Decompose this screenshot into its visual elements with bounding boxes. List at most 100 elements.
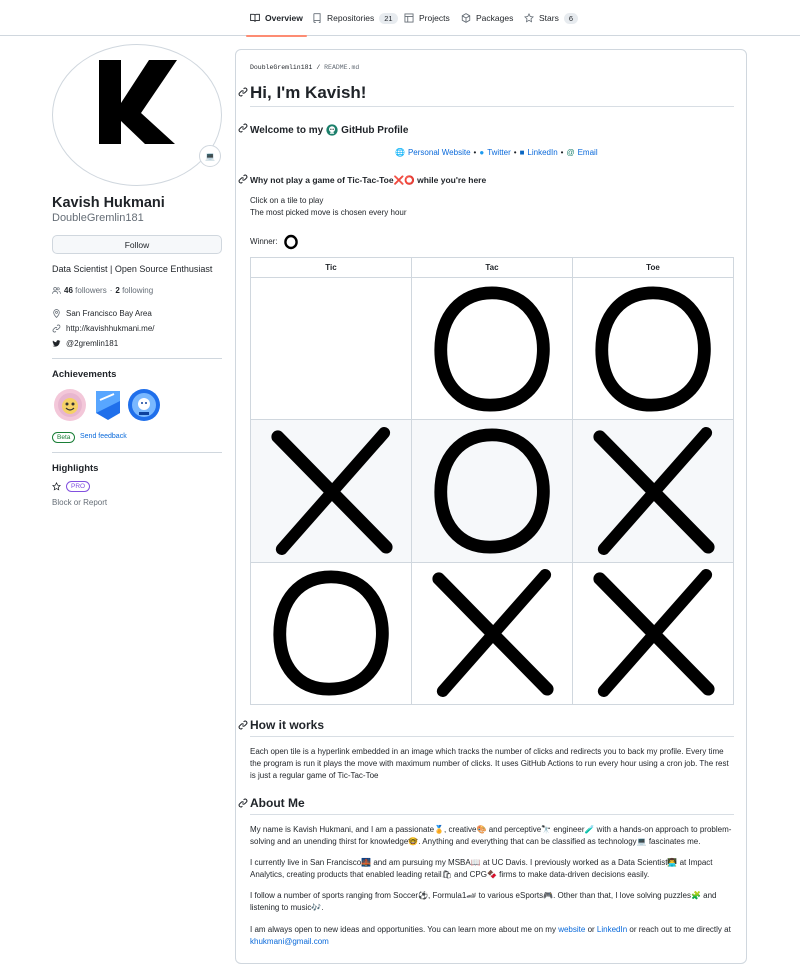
location-text: San Francisco Bay Area — [66, 309, 152, 318]
board-cell — [411, 276, 573, 421]
pro-badge: PRO — [66, 481, 91, 492]
send-feedback-link[interactable]: Send feedback — [80, 433, 127, 440]
heading-rule — [250, 736, 734, 737]
package-icon — [461, 13, 471, 23]
heading-rule — [250, 814, 734, 815]
star-icon — [524, 13, 534, 23]
tab-label: Projects — [419, 13, 450, 23]
location-icon — [53, 309, 60, 318]
website-link[interactable]: http://kavishhukmani.me/ — [66, 324, 154, 333]
following-count: 2 — [115, 286, 120, 295]
beta-badge: Beta — [52, 432, 76, 443]
people-icon — [52, 287, 61, 294]
about-email-line: khukmani@gmail.com — [250, 936, 329, 948]
highlights-heading: Highlights — [52, 463, 99, 474]
o-mark-icon — [434, 286, 550, 412]
twitter-handle[interactable]: @2gremlin181 — [66, 339, 118, 348]
board-cell[interactable] — [250, 276, 412, 421]
repo-icon — [313, 13, 321, 23]
linkedin-icon: ■ — [519, 148, 525, 157]
tab-label: Overview — [265, 13, 303, 23]
tab-repositories[interactable]: Repositories 21 — [312, 0, 398, 36]
how-line: the program is run it plays the move wit… — [250, 759, 729, 768]
about-text: or reach out to me directly at — [629, 925, 731, 934]
table-icon — [404, 13, 414, 23]
about-email-link[interactable]: khukmani@gmail.com — [250, 937, 329, 946]
avatar[interactable] — [52, 44, 222, 186]
following-link[interactable]: 2 following — [115, 286, 153, 295]
tab-label: Repositories — [327, 13, 375, 23]
twitter-item[interactable]: @2gremlin181 — [52, 339, 118, 348]
welcome-pre: Welcome to my — [250, 124, 324, 136]
board-cell — [572, 419, 734, 563]
anchor-link-icon[interactable] — [238, 87, 248, 97]
profile-bio: Data Scientist | Open Source Enthusiast — [52, 264, 213, 274]
board-cell — [411, 561, 573, 706]
o-mark-icon — [273, 570, 389, 696]
crumb-separator: / — [316, 64, 321, 71]
status-button[interactable]: 💻 — [199, 145, 221, 167]
readme-title: Hi, I'm Kavish! — [250, 83, 367, 102]
winner-o-icon — [283, 234, 298, 250]
email-icon: @ — [566, 148, 575, 157]
repo-count-badge: 21 — [379, 12, 398, 24]
column-header: Toe — [572, 257, 734, 278]
achievement-badge-starstruck[interactable] — [127, 388, 161, 422]
website-item[interactable]: http://kavishhukmani.me/ — [52, 324, 154, 333]
about-line: listening to music🎶. — [250, 903, 324, 912]
x-mark-icon — [432, 569, 554, 698]
anchor-link-icon[interactable] — [238, 720, 248, 730]
location-item: San Francisco Bay Area — [52, 309, 152, 318]
sidebar-divider — [52, 452, 222, 453]
welcome-post: GitHub Profile — [341, 124, 409, 136]
anchor-link-icon[interactable] — [238, 123, 248, 133]
followers-label: followers — [75, 286, 107, 295]
board-cell — [411, 419, 573, 563]
anchor-link-icon[interactable] — [238, 174, 248, 184]
o-mark-icon — [595, 286, 711, 412]
tab-overview[interactable]: Overview — [246, 0, 307, 37]
email-link[interactable]: Email — [578, 148, 598, 157]
heading-rule — [250, 106, 734, 107]
k-logo-icon — [99, 60, 177, 144]
winner-label: Winner: — [250, 237, 278, 246]
link-separator: • — [473, 148, 477, 157]
crumb-user-link[interactable]: DoubleGremlin181 — [250, 64, 312, 71]
board-cell — [572, 276, 734, 421]
how-line: is just a regular game of Tic-Tac-Toe — [250, 771, 379, 780]
followers-count: 46 — [64, 286, 73, 295]
about-line: My name is Kavish Hukmani, and I am a pa… — [250, 825, 732, 834]
achievement-badge-quickdraw[interactable] — [53, 388, 87, 422]
about-linkedin-link[interactable]: LinkedIn — [597, 925, 627, 934]
achievement-badge-pull-shark[interactable] — [91, 388, 125, 422]
about-text: I am always open to new ideas and opport… — [250, 925, 556, 934]
followers-link[interactable]: 46 followers — [64, 286, 107, 295]
crumb-file: README.md — [324, 64, 360, 71]
picked-instruction: The most picked move is chosen every hou… — [250, 208, 407, 217]
o-mark-icon — [434, 428, 550, 554]
about-line: solving and an unending thirst for knowl… — [250, 837, 701, 846]
link-icon — [52, 324, 61, 333]
globe-icon: 🌐 — [395, 148, 405, 157]
x-mark-icon — [271, 426, 393, 556]
link-separator: • — [513, 148, 517, 157]
about-line: Analytics, creating products that enable… — [250, 870, 650, 879]
star-icon — [52, 482, 61, 491]
linkedin-link[interactable]: LinkedIn — [527, 148, 557, 157]
click-instruction: Click on a tile to play — [250, 196, 324, 205]
about-website-link[interactable]: website — [558, 925, 585, 934]
tab-packages[interactable]: Packages — [461, 0, 513, 36]
tab-label: Packages — [476, 13, 514, 23]
column-header: Tac — [411, 257, 573, 278]
board-cell — [250, 419, 412, 563]
x-mark-icon — [593, 569, 715, 698]
block-report-link[interactable]: Block or Report — [52, 498, 107, 507]
personal-website-link[interactable]: Personal Website — [408, 148, 471, 157]
tab-projects[interactable]: Projects — [404, 0, 450, 36]
follow-button[interactable]: Follow — [52, 235, 222, 254]
twitter-link[interactable]: Twitter — [487, 148, 511, 157]
board-cell — [572, 561, 734, 706]
contact-links: 🌐 Personal Website • ● Twitter • ■ LinkedIn… — [395, 148, 598, 157]
tab-stars[interactable]: Stars 6 — [524, 0, 579, 36]
anchor-link-icon[interactable] — [238, 798, 248, 808]
